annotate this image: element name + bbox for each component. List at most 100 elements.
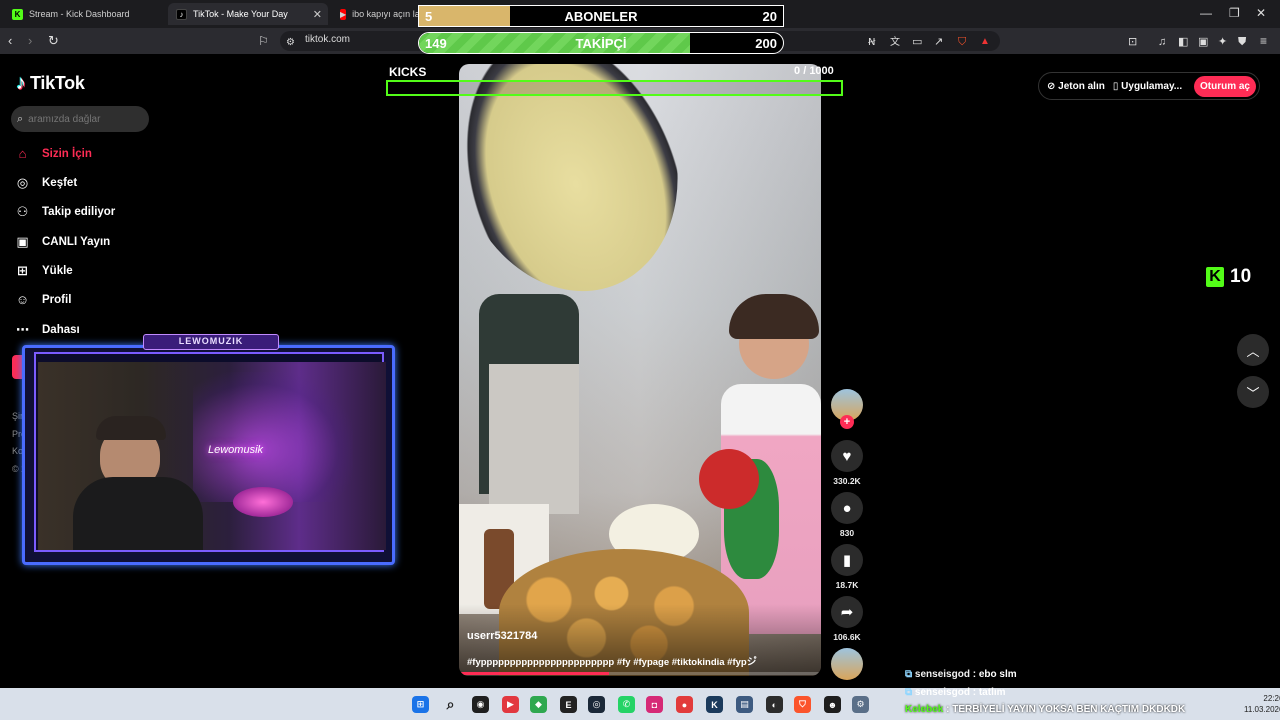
- sidebar-item-label: Yükle: [42, 264, 73, 277]
- maximize-icon[interactable]: ❐: [1229, 6, 1240, 20]
- get-app-button[interactable]: ▯ Uygulamay...: [1113, 81, 1182, 92]
- url-text[interactable]: tiktok.com: [305, 34, 350, 45]
- kick-logo-icon: K: [1206, 267, 1224, 287]
- chevron-up-icon: ︿: [1246, 343, 1260, 359]
- app-icon[interactable]: ◆: [530, 696, 547, 713]
- search-icon[interactable]: ⌕: [442, 696, 459, 713]
- sidebar-item-more[interactable]: ⋯ Dahası: [14, 321, 80, 338]
- sidebar-item-upload[interactable]: ⊞ Yükle: [14, 262, 73, 279]
- tab-kick-dashboard[interactable]: K Stream - Kick Dashboard: [4, 3, 162, 25]
- translate-icon[interactable]: 文: [890, 35, 900, 51]
- share-button[interactable]: ➦ 106.6K: [831, 596, 863, 642]
- close-window-icon[interactable]: ✕: [1256, 6, 1266, 20]
- site-info-icon[interactable]: ⚙: [286, 35, 295, 51]
- brave-shield-icon[interactable]: ⛉: [958, 34, 966, 50]
- author-avatar[interactable]: +: [831, 389, 863, 429]
- subscribers-goal: 20: [762, 9, 777, 24]
- previous-video-button[interactable]: ︿: [1237, 334, 1269, 366]
- rewards-icon[interactable]: ▲: [980, 34, 990, 50]
- login-button[interactable]: Oturum aç: [1193, 75, 1256, 97]
- music-icon[interactable]: ♫: [1158, 34, 1166, 50]
- settings-icon[interactable]: ⚙: [852, 696, 869, 713]
- following-icon: ⚇: [16, 203, 29, 219]
- video-caption[interactable]: #fyppppppppppppppppppppppp #fy #fypage #…: [467, 654, 812, 668]
- sidebar-item-profile[interactable]: ☺ Profil: [14, 291, 72, 308]
- neon-sign: Lewomusik: [208, 444, 264, 456]
- followers-goal-bar: TAKİPÇİ 149 200: [418, 32, 784, 54]
- coins-button[interactable]: ⊘ Jeton alın: [1047, 81, 1105, 92]
- chat-badge-icon: ⧉: [905, 669, 913, 680]
- profile-icon: ☺: [15, 292, 30, 307]
- share-count: 106.6K: [833, 632, 861, 642]
- streamer-jacket: [73, 477, 203, 550]
- back-icon[interactable]: ‹: [8, 33, 12, 49]
- sidebar-item-label: Dahası: [42, 323, 80, 336]
- next-video-button[interactable]: ﹀: [1237, 376, 1269, 408]
- sidebar-icon[interactable]: ◧: [1178, 34, 1188, 50]
- leo-icon[interactable]: ✦: [1218, 34, 1227, 50]
- instagram-icon[interactable]: ◘: [646, 696, 663, 713]
- subscribers-goal-bar: ABONELER 5 20: [418, 5, 784, 27]
- bookmark-icon: ▮: [831, 544, 863, 576]
- app-dark-icon[interactable]: ◐: [766, 696, 783, 713]
- chevron-down-icon: ﹀: [1246, 385, 1260, 401]
- reader-icon[interactable]: Ꞥ: [868, 35, 875, 51]
- vpn-icon[interactable]: ⛊: [1238, 34, 1246, 50]
- app-k-icon[interactable]: K: [706, 696, 723, 713]
- save-count: 18.7K: [835, 580, 859, 590]
- kick-counter-value: 10: [1230, 266, 1252, 287]
- app-discord-icon[interactable]: ☻: [824, 696, 841, 713]
- start-icon[interactable]: ⊞: [412, 696, 429, 713]
- coin-icon: ⊘: [1047, 80, 1056, 92]
- brave-icon[interactable]: ⛉: [794, 696, 811, 713]
- screenshot-icon[interactable]: ⊡: [1128, 34, 1137, 50]
- compass-icon: ◎: [16, 174, 29, 190]
- cast-icon[interactable]: ▭: [912, 34, 922, 50]
- tiktok-icon: ♪: [176, 8, 187, 20]
- tiktok-note-icon: ♪: [16, 72, 26, 94]
- streamer-name-tag: LEWOMUZIK: [143, 334, 279, 350]
- menu-icon[interactable]: ≡: [1260, 33, 1267, 49]
- webcam-feed: Lewomusik: [38, 362, 386, 550]
- app-red-icon[interactable]: ●: [676, 696, 693, 713]
- reload-icon[interactable]: ↻: [48, 33, 59, 49]
- search-input[interactable]: [28, 113, 139, 125]
- tab-title: Stream - Kick Dashboard: [29, 9, 130, 19]
- kicks-goal-bar: [386, 80, 843, 96]
- sidebar-item-live[interactable]: ▣ CANLI Yayın: [14, 233, 110, 250]
- like-button[interactable]: ♥ 330.2K: [831, 440, 863, 486]
- wallet-icon[interactable]: ▣: [1198, 34, 1208, 50]
- video-player[interactable]: userr5321784 #fyppppppppppppppppppppppp …: [459, 64, 821, 676]
- tab-tiktok[interactable]: ♪ TikTok - Make Your Day ✕: [168, 3, 328, 25]
- forward-icon[interactable]: ›: [28, 33, 32, 49]
- whatsapp-icon[interactable]: ✆: [618, 696, 635, 713]
- sidebar-item-following[interactable]: ⚇ Takip ediliyor: [14, 203, 116, 220]
- app-folder-icon[interactable]: ▤: [736, 696, 753, 713]
- phone-icon: ▯: [1112, 80, 1119, 92]
- bookmark-icon[interactable]: ⚐: [258, 33, 269, 49]
- sidebar-item-for-you[interactable]: ⌂ Sizin İçin: [14, 145, 92, 162]
- minimize-icon[interactable]: —: [1200, 6, 1212, 20]
- streamlabs-icon[interactable]: ▶: [502, 696, 519, 713]
- system-clock[interactable]: 22:26 11.03.2026: [1244, 693, 1280, 715]
- video-username[interactable]: userr5321784: [467, 630, 537, 642]
- more-icon: ⋯: [16, 321, 29, 337]
- steam-icon[interactable]: ◎: [588, 696, 605, 713]
- share-arrow-icon: ➦: [831, 596, 863, 628]
- follow-plus-icon[interactable]: +: [840, 415, 854, 429]
- close-tab-icon[interactable]: ✕: [313, 8, 322, 21]
- share-icon[interactable]: ↗: [934, 34, 943, 50]
- chat-message: Kelebek : TERBİYELİ YAYIN YOKSA BEN KAÇT…: [905, 704, 1186, 715]
- comment-button[interactable]: ● 830: [831, 492, 863, 538]
- home-icon: ⌂: [18, 146, 27, 161]
- sidebar-item-label: CANLI Yayın: [42, 235, 111, 248]
- obs-icon[interactable]: ◉: [472, 696, 489, 713]
- tiktok-logo[interactable]: ♪ TikTok: [16, 72, 85, 95]
- save-button[interactable]: ▮ 18.7K: [831, 544, 863, 590]
- live-icon: ▣: [16, 233, 29, 249]
- tab-youtube[interactable]: ▶ ibo kapıyı açın lan: [332, 3, 418, 25]
- sidebar-item-explore[interactable]: ◎ Keşfet: [14, 174, 77, 191]
- sound-disc[interactable]: [831, 648, 863, 680]
- search-box[interactable]: ⌕: [11, 106, 149, 132]
- epic-games-icon[interactable]: E: [560, 696, 577, 713]
